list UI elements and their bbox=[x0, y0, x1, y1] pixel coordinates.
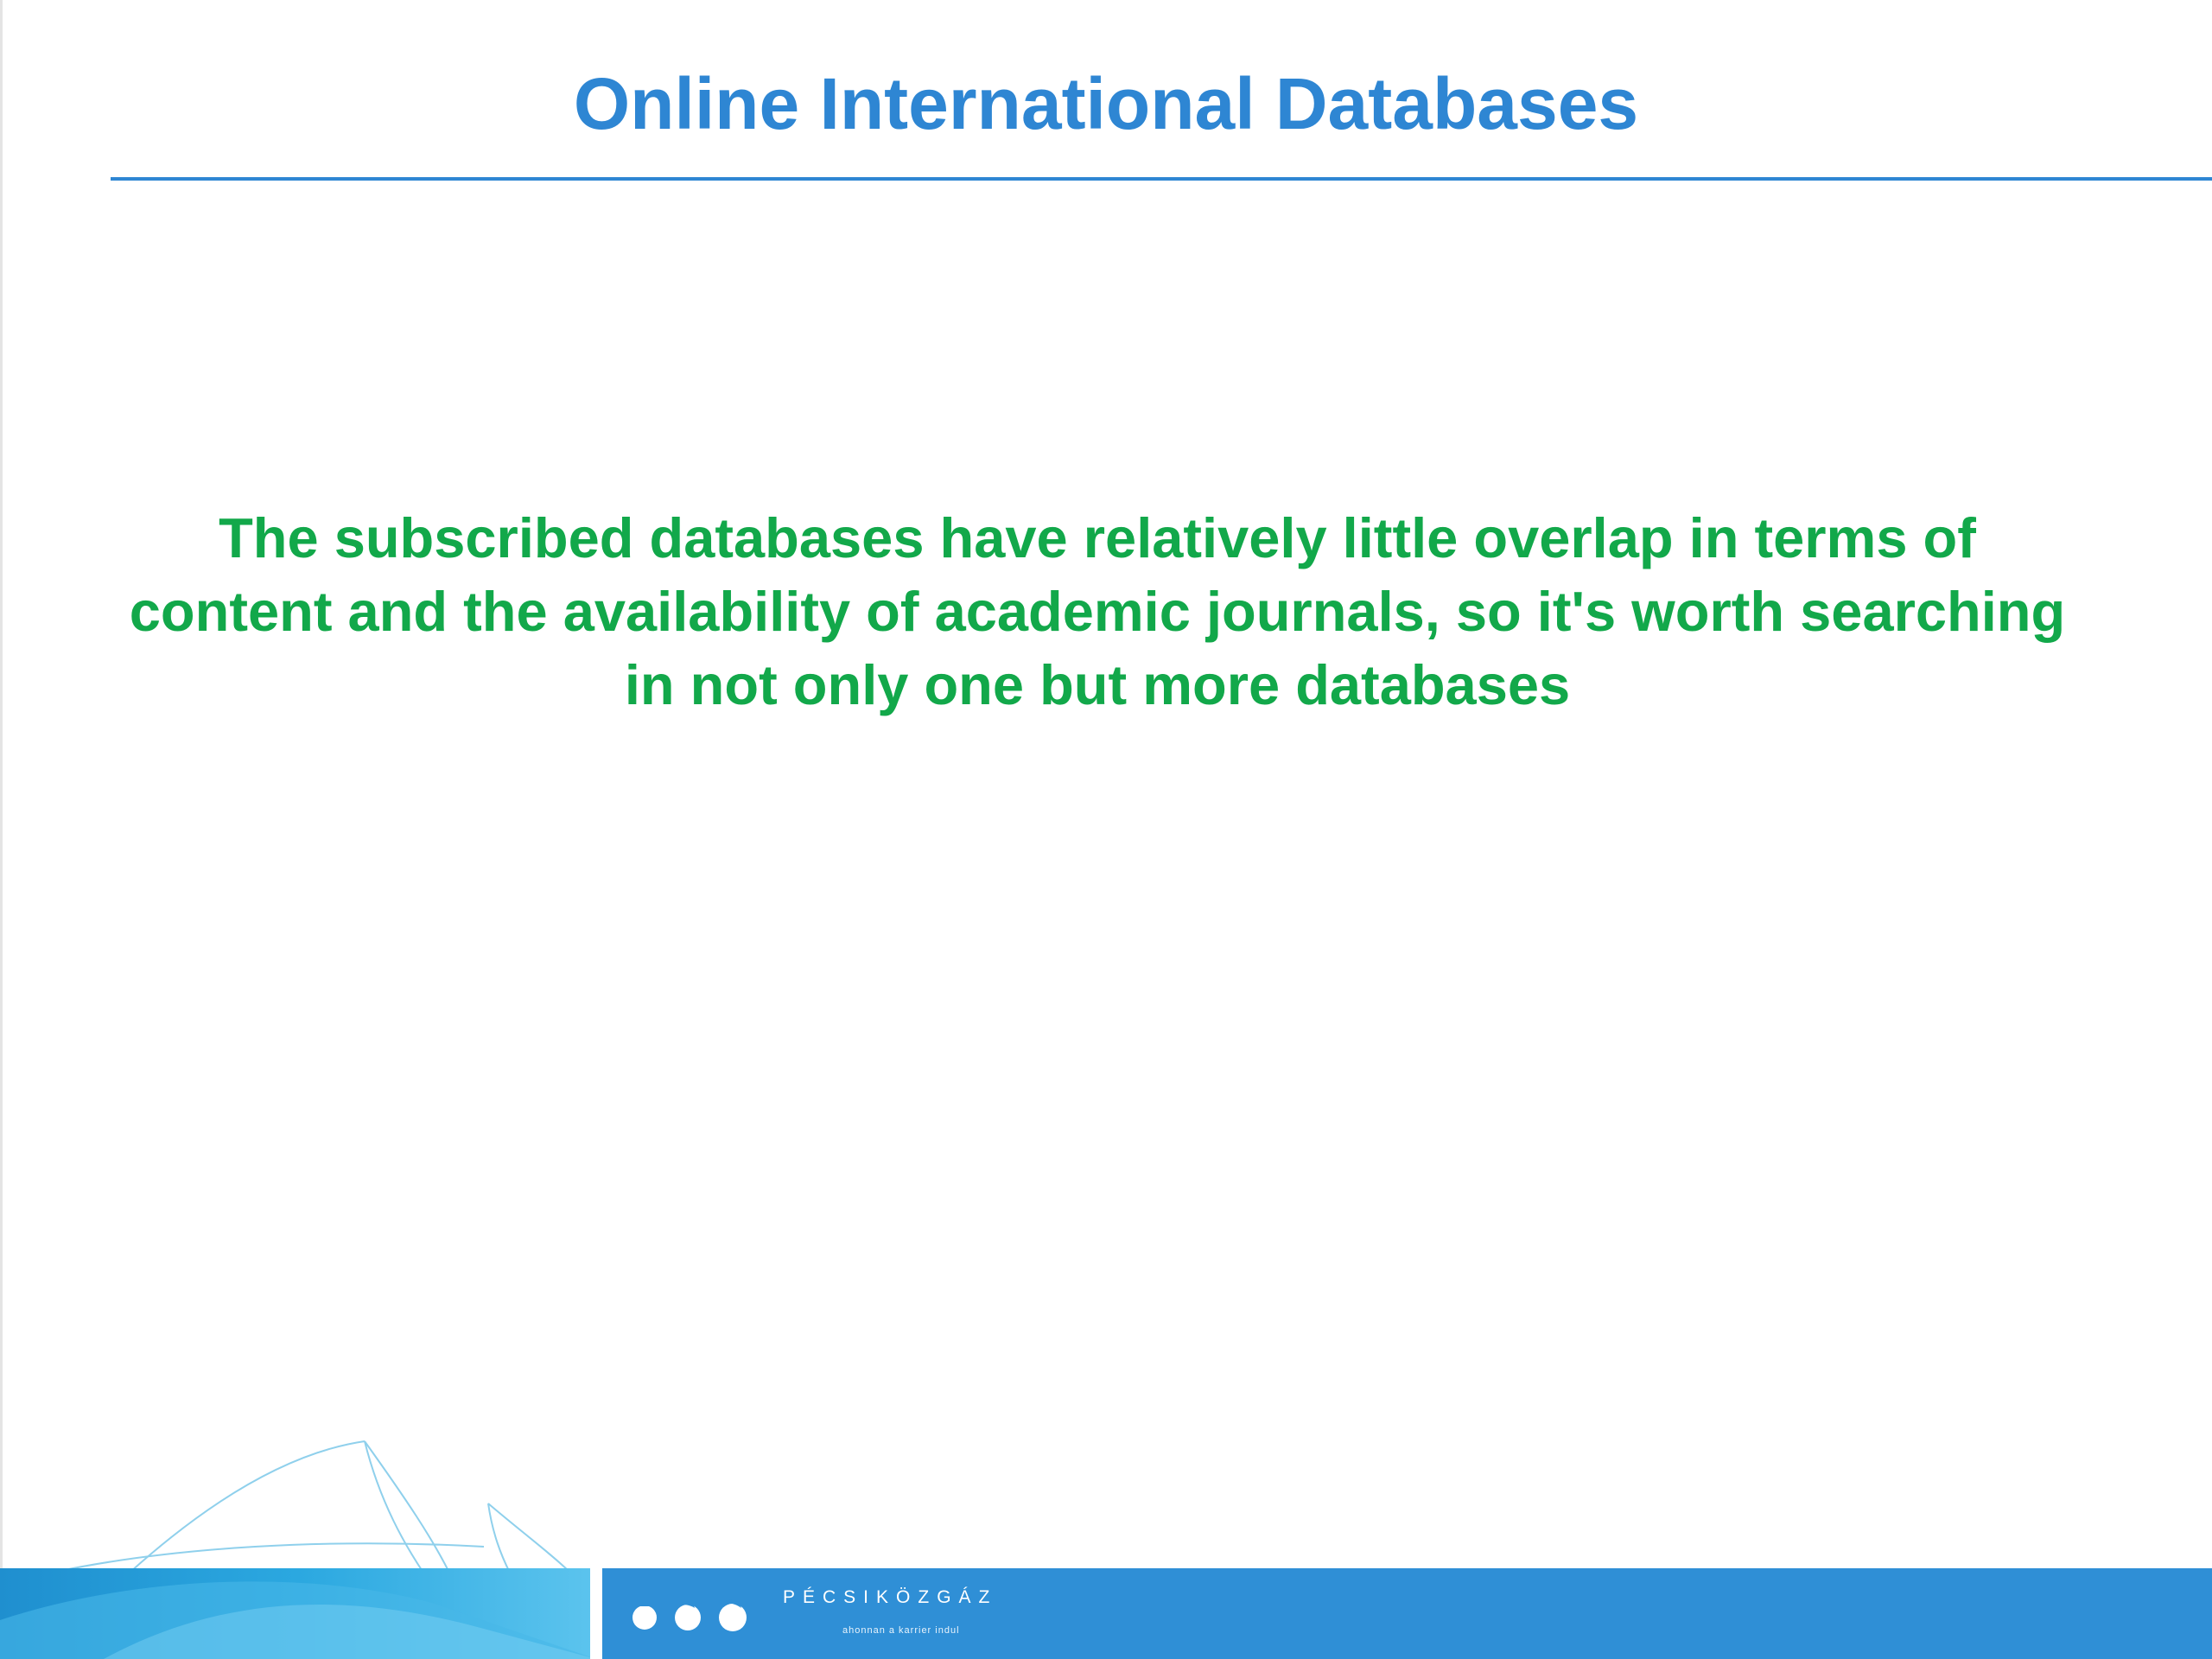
footer-divider bbox=[590, 1568, 602, 1659]
slide: Online International Databases The subsc… bbox=[0, 0, 2212, 1659]
slide-body-text: The subscribed databases have relatively… bbox=[129, 506, 2066, 716]
title-underline bbox=[111, 177, 2212, 181]
logo-name: PÉCSIKÖZGÁZ bbox=[783, 1587, 998, 1607]
logo-tagline: ahonnan a karrier indul bbox=[842, 1625, 960, 1636]
footer-wave-graphic bbox=[0, 1568, 596, 1659]
slide-left-edge bbox=[0, 0, 3, 1568]
logo-icon bbox=[632, 1599, 747, 1631]
slide-title: Online International Databases bbox=[573, 63, 1639, 144]
footer-bar: PÉCSIKÖZGÁZ ahonnan a karrier indul bbox=[0, 1568, 2212, 1659]
decorative-curves bbox=[51, 1440, 571, 1573]
